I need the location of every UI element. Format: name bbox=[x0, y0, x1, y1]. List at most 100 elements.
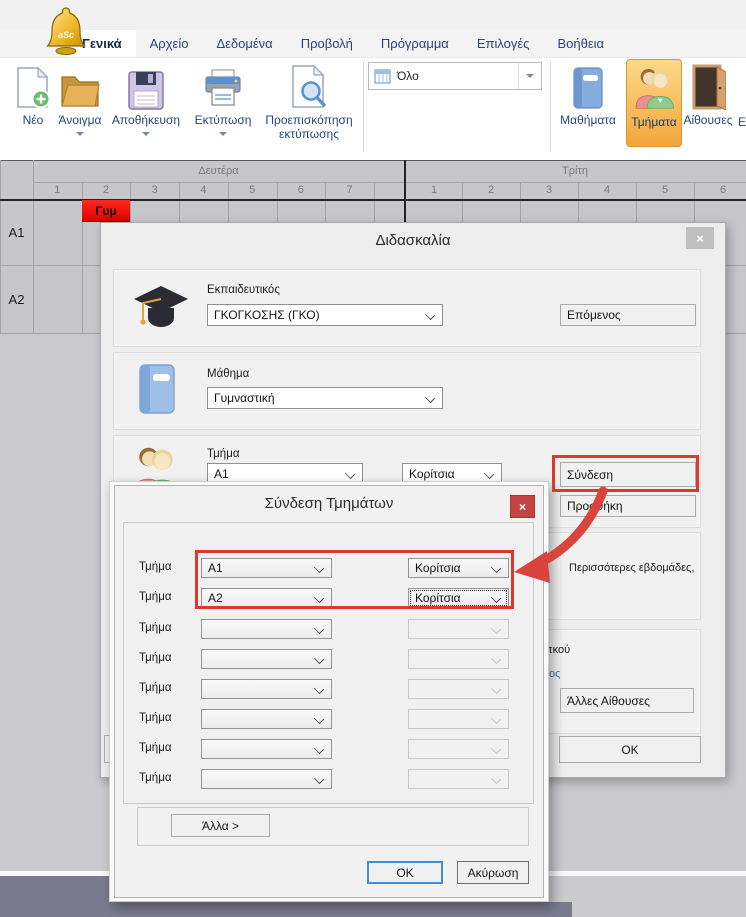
save-floppy-icon bbox=[127, 60, 165, 110]
close-icon[interactable]: × bbox=[510, 495, 535, 518]
bottom-pane bbox=[0, 902, 572, 917]
next-teacher-button[interactable]: Επόμενος bbox=[560, 304, 696, 326]
day-header-tuesday: Τρίτη bbox=[404, 165, 746, 177]
print-preview-label-1: Προεπισκόπηση bbox=[265, 113, 352, 127]
class-row-label-a1: A1 bbox=[0, 200, 33, 265]
more-weeks-label: Περισσότερες εβδομάδες, bbox=[569, 562, 694, 574]
chevron-down-icon bbox=[314, 714, 324, 724]
clipped-nav-label[interactable]: Ε bbox=[738, 115, 746, 129]
period-header: 3 bbox=[130, 184, 179, 196]
grid-line bbox=[33, 182, 746, 183]
teacher-label: Εκπαιδευτικός bbox=[207, 284, 280, 296]
highlight-connect-button bbox=[552, 455, 699, 492]
group-select-4 bbox=[408, 649, 509, 669]
view-selector[interactable]: Όλο bbox=[368, 62, 542, 90]
more-button[interactable]: Άλλα > bbox=[171, 814, 270, 837]
print-preview-label-2: εκτύπωσης bbox=[279, 127, 339, 141]
save-button[interactable]: Αποθήκευση bbox=[104, 60, 188, 136]
class-select-5[interactable] bbox=[201, 679, 332, 699]
rooms-button[interactable]: Αίθουσες bbox=[676, 60, 740, 127]
titlebar bbox=[0, 0, 746, 31]
print-button[interactable]: Εκτύπωση bbox=[190, 60, 256, 136]
class-select-6[interactable] bbox=[201, 709, 332, 729]
open-label: Άνοιγμα bbox=[59, 113, 102, 127]
class-select-8[interactable] bbox=[201, 769, 332, 789]
chevron-down-icon bbox=[314, 624, 324, 634]
view-selector-dropdown[interactable] bbox=[518, 63, 541, 89]
classes-button-selected[interactable]: Τμήματα bbox=[626, 59, 682, 147]
chevron-down-icon bbox=[491, 744, 501, 754]
rooms-door-icon bbox=[690, 60, 726, 110]
classes-people-icon bbox=[632, 60, 676, 112]
ribbon: Νέο Άνοιγμα Αποθήκ bbox=[0, 58, 746, 160]
link-row-8: Τμήμα bbox=[110, 769, 550, 789]
class-select-7[interactable] bbox=[201, 739, 332, 759]
classes-label: Τμήματα bbox=[631, 115, 676, 129]
link-classes-dialog: Σύνδεση Τμημάτων × Τμήμα A1 Κορίτσια Τμή… bbox=[109, 481, 549, 902]
table-view-icon bbox=[374, 69, 391, 84]
period-header: 4 bbox=[179, 184, 228, 196]
save-dropdown-icon[interactable] bbox=[142, 132, 150, 136]
other-rooms-button[interactable]: Άλλες Αίθουσες bbox=[560, 688, 694, 713]
open-button[interactable]: Άνοιγμα bbox=[52, 60, 108, 136]
ribbon-separator bbox=[550, 62, 551, 152]
new-button[interactable]: Νέο bbox=[8, 60, 58, 127]
chevron-down-icon bbox=[491, 714, 501, 724]
period-header: 4 bbox=[578, 184, 636, 196]
save-label: Αποθήκευση bbox=[112, 113, 180, 127]
print-label: Εκτύπωση bbox=[195, 113, 252, 127]
group-select-8 bbox=[408, 769, 509, 789]
print-dropdown-icon[interactable] bbox=[219, 132, 227, 136]
day-header-monday: Δευτέρα bbox=[33, 165, 404, 177]
menu-tab-view[interactable]: Προβολή bbox=[287, 30, 367, 57]
period-header: 1 bbox=[33, 184, 82, 196]
menu-tab-options[interactable]: Επιλογές bbox=[463, 30, 544, 57]
menu-tab-data[interactable]: Δεδομένα bbox=[202, 30, 286, 57]
book-icon bbox=[136, 363, 178, 415]
class-select-4[interactable] bbox=[201, 649, 332, 669]
subjects-label: Μαθήματα bbox=[560, 113, 616, 127]
period-header: 6 bbox=[277, 184, 326, 196]
link-fragment[interactable]: ος bbox=[549, 668, 560, 680]
group-select-7 bbox=[408, 739, 509, 759]
menu-tab-schedule[interactable]: Πρόγραμμα bbox=[367, 30, 463, 57]
chevron-down-icon bbox=[425, 393, 435, 403]
group-select-3 bbox=[408, 619, 509, 639]
chevron-down-icon bbox=[314, 744, 324, 754]
asc-logo-bell-icon[interactable]: aSc bbox=[44, 5, 88, 57]
period-header: 7 bbox=[325, 184, 374, 196]
subjects-button[interactable]: Μαθήματα bbox=[552, 60, 624, 127]
add-button[interactable]: Προσθήκη bbox=[560, 495, 696, 517]
link-row-7: Τμήμα bbox=[110, 739, 550, 759]
new-label: Νέο bbox=[23, 113, 44, 127]
link-row-3: Τμήμα bbox=[110, 619, 550, 639]
subject-label: Μάθημα bbox=[207, 368, 249, 380]
rooms-label: Αίθουσες bbox=[683, 113, 732, 127]
close-icon[interactable]: × bbox=[686, 227, 714, 249]
lesson-cell[interactable]: Γυμ bbox=[82, 200, 130, 222]
row-label: Τμήμα bbox=[139, 772, 171, 784]
menu-tab-file[interactable]: Αρχείο bbox=[136, 30, 203, 57]
class-select-3[interactable] bbox=[201, 619, 332, 639]
row-label: Τμήμα bbox=[139, 742, 171, 754]
menu-tab-help[interactable]: Βοήθεια bbox=[543, 30, 618, 57]
chevron-down-icon bbox=[314, 684, 324, 694]
chevron-down-icon bbox=[491, 774, 501, 784]
period-header: 3 bbox=[520, 184, 578, 196]
link-row-5: Τμήμα bbox=[110, 679, 550, 699]
subject-select[interactable]: Γυμναστική bbox=[207, 387, 443, 409]
open-dropdown-icon[interactable] bbox=[76, 132, 84, 136]
row-label: Τμήμα bbox=[139, 682, 171, 694]
chevron-down-icon bbox=[484, 469, 494, 479]
print-preview-button[interactable]: Προεπισκόπηση εκτύπωσης bbox=[256, 60, 362, 141]
ok-button[interactable]: OK bbox=[367, 861, 443, 884]
period-header: 2 bbox=[462, 184, 520, 196]
cancel-button[interactable]: Ακύρωση bbox=[457, 861, 529, 884]
chevron-down-icon bbox=[526, 74, 534, 78]
highlight-linked-rows bbox=[195, 550, 514, 609]
period-header: 5 bbox=[636, 184, 694, 196]
class-row-label-a2: A2 bbox=[0, 266, 33, 333]
teacher-select[interactable]: ΓΚΟΓΚΟΣΗΣ (ΓΚΟ) bbox=[207, 304, 443, 326]
ok-button[interactable]: OK bbox=[559, 736, 701, 763]
asc-logo-text: aSc bbox=[58, 30, 74, 40]
